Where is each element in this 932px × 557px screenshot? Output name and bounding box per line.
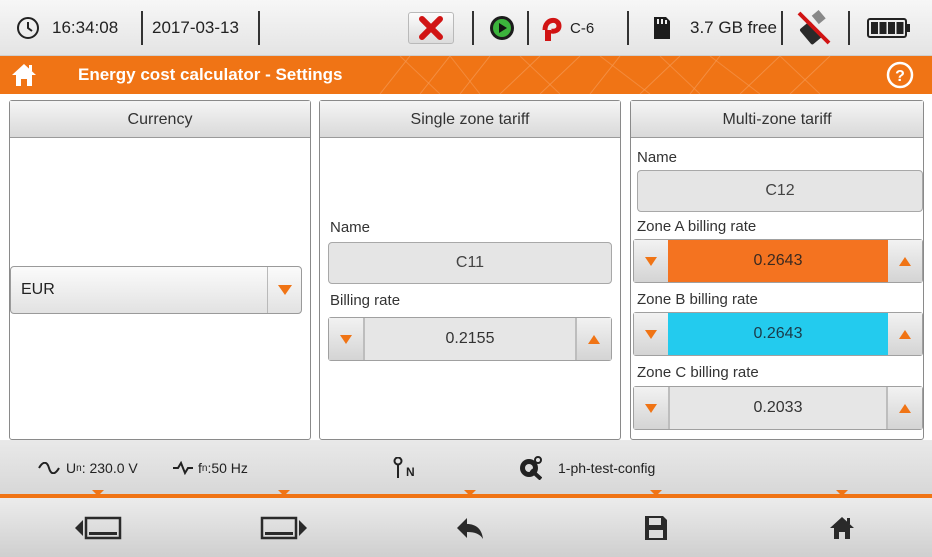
increment-icon[interactable]: [888, 240, 922, 282]
billing-rate-value: 0.2155: [363, 318, 577, 360]
back-arrow-icon: [457, 517, 483, 539]
frequency-readout: f n:50 Hz: [172, 440, 248, 496]
svg-text:?: ?: [895, 68, 905, 85]
zone-a-label: Zone A billing rate: [637, 218, 757, 235]
single-zone-panel: Single zone tariff Name C11 Billing rate…: [319, 100, 621, 440]
home-icon[interactable]: [10, 62, 38, 93]
save-icon: [645, 515, 667, 540]
config-name: 1-ph-test-config: [558, 460, 656, 476]
status-divider: [472, 11, 474, 45]
increment-icon[interactable]: [888, 313, 922, 355]
home-icon: [830, 516, 854, 539]
multi-zone-name-field[interactable]: C12: [637, 170, 923, 212]
config-indicator: 1-ph-test-config: [518, 440, 655, 496]
zone-b-value: 0.2643: [668, 313, 888, 355]
increment-icon[interactable]: [888, 387, 922, 429]
error-x-icon[interactable]: [408, 12, 454, 44]
decrement-icon[interactable]: [329, 318, 363, 360]
nav-notch: [464, 490, 476, 496]
currency-panel-header: Currency: [10, 101, 310, 138]
zone-b-stepper[interactable]: 0.2643: [633, 312, 923, 356]
info-bar: [0, 440, 932, 496]
voltage-prefix: U: [66, 460, 77, 476]
battery-icon: [867, 0, 911, 56]
clamp-label: C-6: [570, 19, 595, 37]
zone-c-label: Zone C billing rate: [637, 364, 759, 381]
single-zone-name-field[interactable]: C11: [328, 242, 612, 284]
next-screen-button[interactable]: [224, 498, 344, 557]
status-time: 16:34:08: [52, 18, 119, 37]
currency-value: EUR: [21, 281, 55, 298]
config-icon: [520, 456, 542, 480]
clock-icon: [16, 0, 40, 56]
zone-c-value: 0.2033: [668, 387, 888, 429]
multi-zone-name-label: Name: [637, 149, 678, 166]
status-divider: [141, 11, 143, 45]
status-divider: [627, 11, 629, 45]
frequency-value: :50 Hz: [207, 460, 248, 476]
page-title: Energy cost calculator - Settings: [78, 65, 343, 84]
memory-free: 3.7 GB free: [690, 18, 777, 37]
multi-zone-panel: Multi-zone tariff Name C12 Zone A billin…: [630, 100, 924, 440]
voltage-value: : 230.0 V: [81, 460, 138, 476]
nav-notch: [278, 490, 290, 496]
screen-left-icon: [75, 516, 122, 539]
zone-c-stepper[interactable]: 0.2033: [633, 386, 923, 430]
zone-b-label: Zone B billing rate: [637, 291, 758, 308]
billing-rate-label: Billing rate: [330, 292, 401, 309]
nav-notch: [650, 490, 662, 496]
status-divider: [258, 11, 260, 45]
title-bar: Energy cost calculator - Settings ?: [0, 56, 932, 94]
status-divider: [781, 11, 783, 45]
back-button[interactable]: [410, 498, 530, 557]
increment-icon[interactable]: [577, 318, 611, 360]
status-divider: [848, 11, 850, 45]
probe-icon: [393, 457, 403, 478]
currency-panel: Currency EUR: [9, 100, 311, 440]
decrement-icon[interactable]: [634, 387, 668, 429]
multi-zone-panel-header: Multi-zone tariff: [631, 101, 923, 138]
sd-card-icon: [652, 0, 672, 56]
zone-a-stepper[interactable]: 0.2643: [633, 239, 923, 283]
decrement-icon[interactable]: [634, 313, 668, 355]
recording-icon[interactable]: [488, 0, 516, 56]
neutral-indicator: N: [393, 440, 415, 496]
chevron-down-icon[interactable]: [267, 267, 301, 313]
nav-notch: [836, 490, 848, 496]
frequency-icon: [173, 461, 193, 475]
neutral-label: N: [406, 465, 415, 479]
status-date: 2017-03-13: [152, 18, 239, 37]
voltage-readout: Un: 230.0 V: [38, 440, 138, 496]
screen-right-icon: [260, 516, 307, 539]
currency-dropdown[interactable]: EUR: [10, 266, 302, 314]
status-divider: [527, 11, 529, 45]
clamp-icon: [541, 0, 563, 56]
home-button[interactable]: [782, 498, 902, 557]
decrement-icon[interactable]: [634, 240, 668, 282]
usb-icon: [795, 0, 833, 56]
save-button[interactable]: [596, 498, 716, 557]
billing-rate-stepper[interactable]: 0.2155: [328, 317, 612, 361]
single-zone-panel-header: Single zone tariff: [320, 101, 620, 138]
zone-a-value: 0.2643: [668, 240, 888, 282]
previous-screen-button[interactable]: [38, 498, 158, 557]
nav-notch: [92, 490, 104, 496]
ac-wave-icon: [38, 462, 60, 474]
single-zone-name-label: Name: [330, 219, 371, 236]
status-bar: [0, 0, 932, 56]
help-icon[interactable]: ?: [886, 61, 914, 94]
